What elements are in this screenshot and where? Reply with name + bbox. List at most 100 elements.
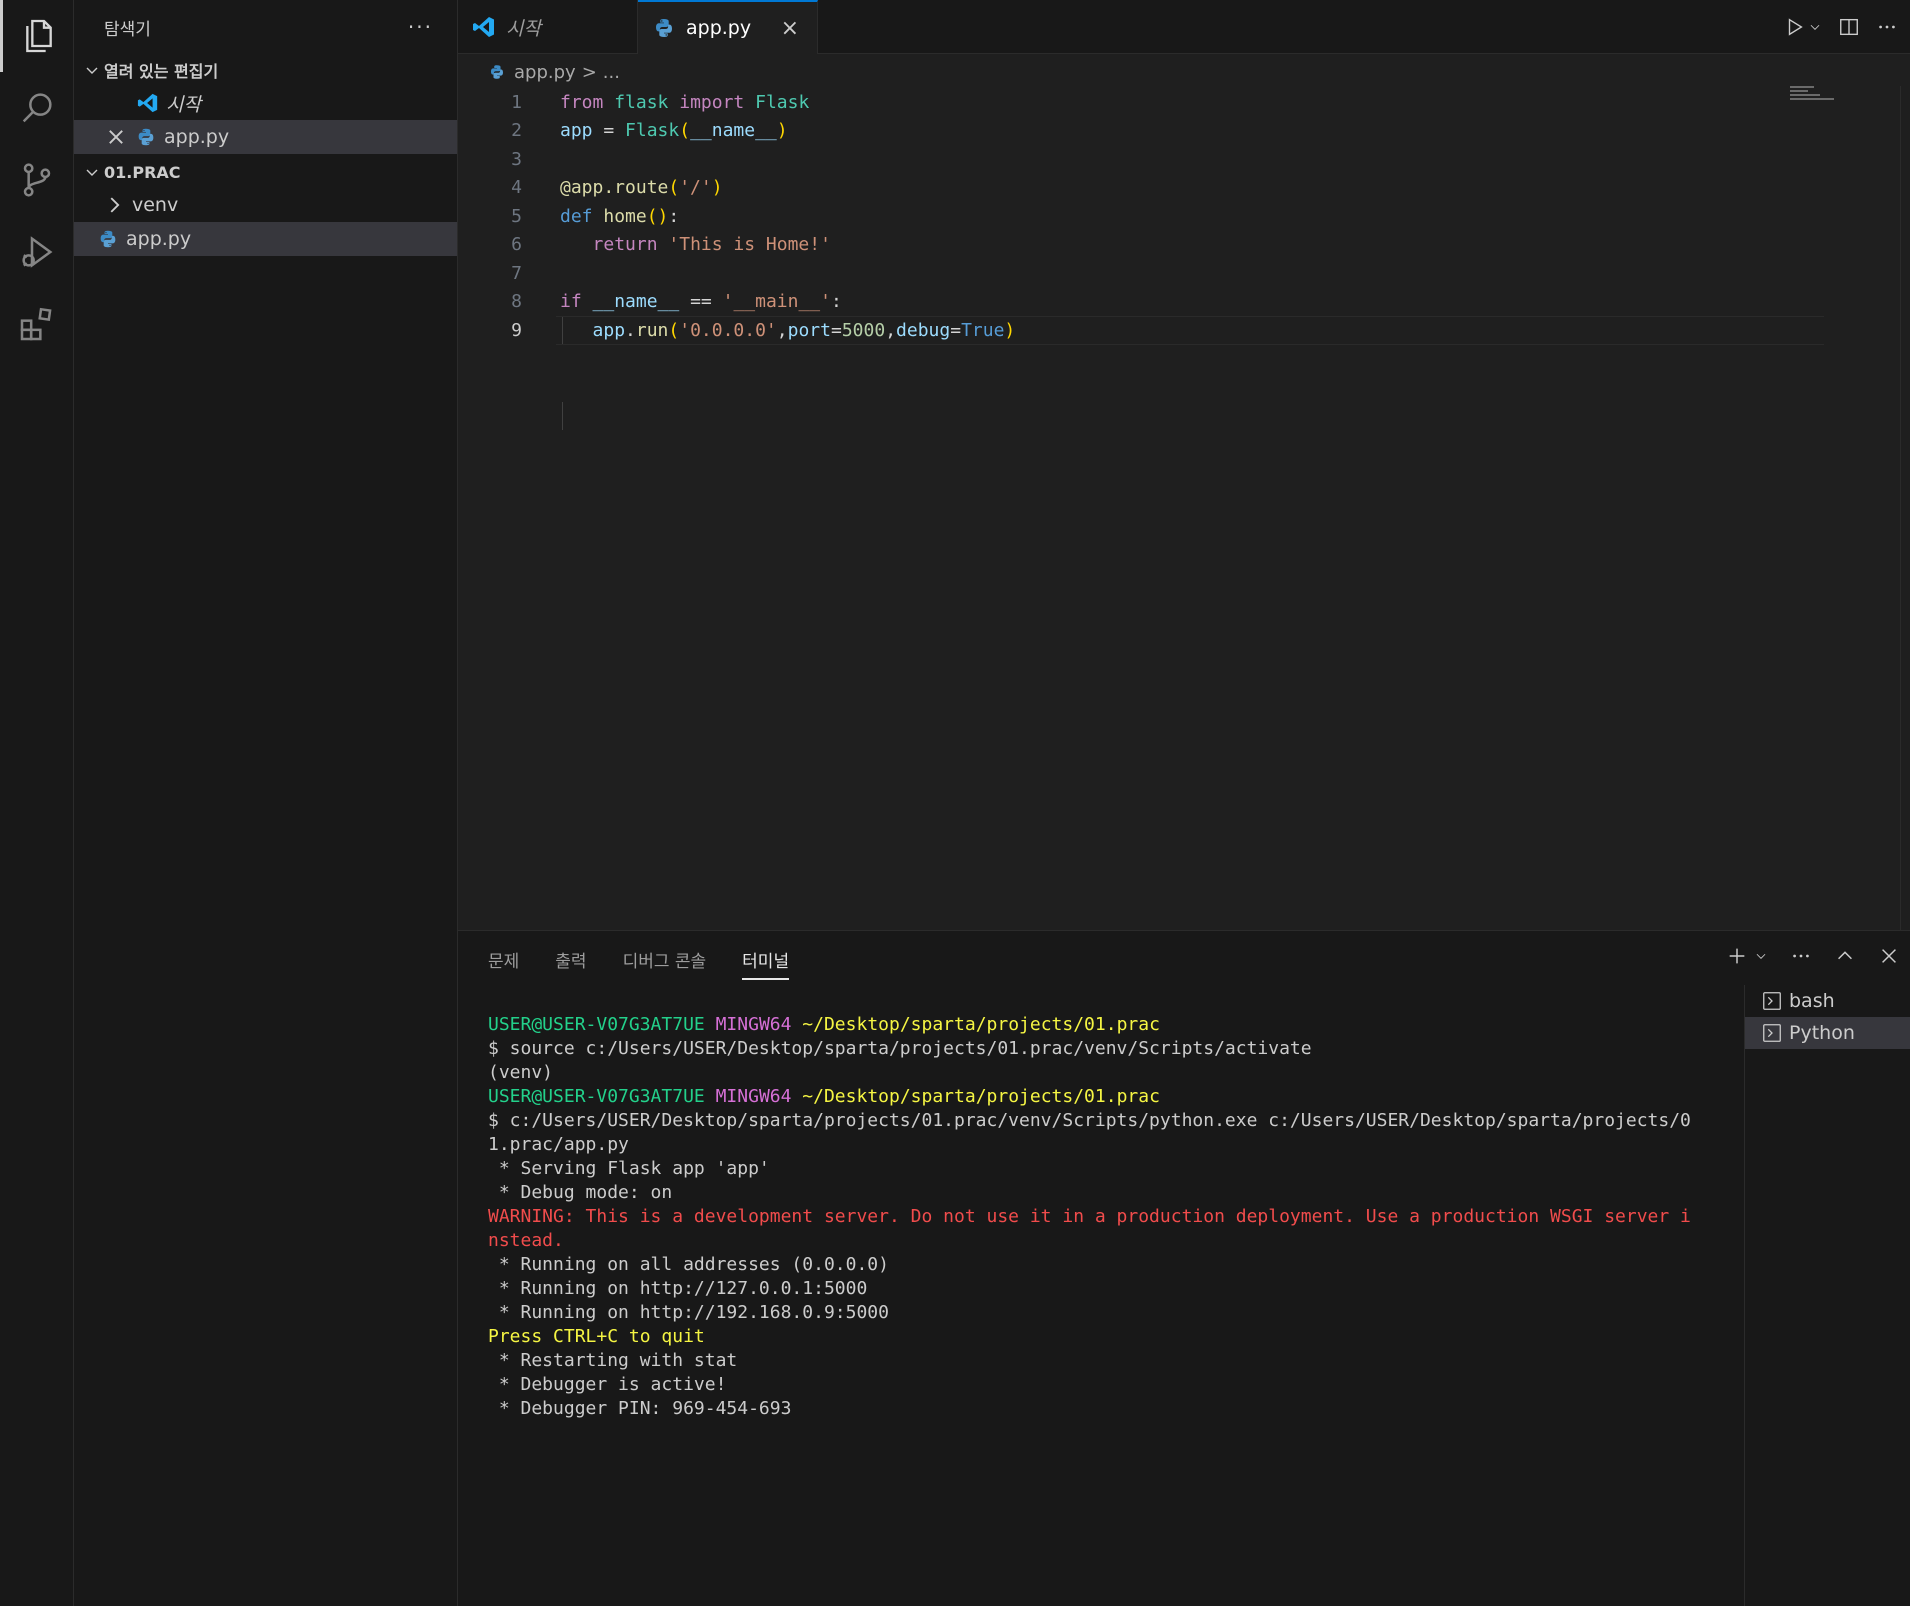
split-editor-icon[interactable]	[1838, 16, 1860, 38]
tree-item-app-py[interactable]: app.py	[74, 222, 457, 256]
panel-actions	[1726, 945, 1900, 967]
python-file-icon	[488, 63, 506, 81]
line-content: def home():	[560, 205, 680, 227]
python-file-icon	[96, 227, 120, 251]
tab-app-py[interactable]: app.py ×	[638, 0, 818, 54]
open-editors-section[interactable]: 열려 있는 편집기	[74, 54, 457, 86]
vscode-icon	[136, 91, 160, 115]
code-line: 7	[458, 259, 1910, 288]
tree-item-label: app.py	[126, 228, 192, 250]
chevron-down-icon[interactable]	[1754, 945, 1768, 967]
code-line: 8 if __name__ == '__main__':	[458, 288, 1910, 317]
run-debug-icon	[22, 236, 53, 268]
open-editor-label: 시작	[166, 93, 201, 116]
terminal-line: * Running on http://127.0.0.1:5000	[488, 1278, 868, 1299]
more-actions-icon[interactable]	[1790, 945, 1812, 967]
breadcrumb-symbols[interactable]: ...	[603, 62, 620, 83]
terminal-line: (venv)	[488, 1062, 554, 1083]
terminal-icon	[1763, 1024, 1781, 1042]
terminal-line: USER@USER-V07G3AT7UE MINGW64 ~/Desktop/s…	[488, 1014, 1160, 1035]
code-line: 3	[458, 145, 1910, 174]
code-line-current: 9 app.run('0.0.0.0',port=5000,debug=True…	[458, 316, 1910, 345]
terminal-line: * Debug mode: on	[488, 1182, 673, 1203]
open-editors-label: 열려 있는 편집기	[104, 62, 219, 81]
tab-debug-console[interactable]: 디버그 콘솔	[623, 947, 707, 972]
terminal-line-warning: WARNING: This is a development server. D…	[488, 1206, 1691, 1227]
minimap[interactable]	[1790, 86, 1834, 106]
plus-icon[interactable]	[1726, 945, 1748, 967]
tree-item-label: venv	[132, 194, 179, 216]
extensions-button[interactable]	[0, 288, 74, 360]
tree-item-venv[interactable]: venv	[74, 188, 457, 222]
editor-area: 시작 app.py × app.py > ... 1 from flask im…	[458, 0, 1910, 930]
files-icon	[25, 19, 52, 53]
folder-section[interactable]: 01.PRAC	[74, 156, 457, 188]
open-editor-item-start[interactable]: 시작	[74, 86, 457, 120]
search-icon	[22, 93, 52, 123]
run-debug-button[interactable]	[0, 216, 74, 288]
line-content: if __name__ == '__main__':	[560, 291, 842, 313]
terminal-line-warning: nstead.	[488, 1230, 564, 1251]
tab-output[interactable]: 출력	[555, 947, 586, 972]
editor-tabs: 시작 app.py ×	[458, 0, 1910, 54]
tab-label: 시작	[506, 17, 541, 40]
explorer-sidebar: 탐색기 ··· 열려 있는 편집기 시작 app.py 01.PRAC venv…	[74, 0, 458, 1606]
explorer-header: 탐색기 ···	[74, 0, 457, 54]
editor-scrollbar[interactable]	[1900, 86, 1910, 930]
line-content: @app.route('/')	[560, 177, 723, 199]
source-control-button[interactable]	[0, 144, 74, 216]
editor-actions	[1784, 0, 1910, 54]
tab-start[interactable]: 시작	[458, 0, 638, 54]
more-actions-icon[interactable]	[1876, 16, 1898, 38]
terminal-line: $ source c:/Users/USER/Desktop/sparta/pr…	[488, 1038, 1312, 1059]
terminal-item-bash[interactable]: bash	[1745, 985, 1910, 1017]
python-file-icon	[652, 16, 676, 40]
panel-tabs: 문제 출력 디버그 콘솔 터미널	[458, 931, 1910, 987]
line-number: 9	[511, 319, 522, 341]
terminal-line: * Running on all addresses (0.0.0.0)	[488, 1254, 889, 1275]
explorer-button[interactable]	[0, 0, 74, 72]
breadcrumb-file[interactable]: app.py	[514, 62, 576, 83]
breadcrumb: app.py > ...	[458, 54, 1910, 90]
terminal-line: Press CTRL+C to quit	[488, 1326, 705, 1347]
close-icon[interactable]	[104, 125, 128, 149]
open-editor-item-app-py[interactable]: app.py	[74, 120, 457, 154]
code-line: 4 @app.route('/')	[458, 174, 1910, 203]
terminal-line: * Serving Flask app 'app'	[488, 1158, 770, 1179]
terminal-line: * Restarting with stat	[488, 1350, 738, 1371]
tab-problems[interactable]: 문제	[488, 947, 519, 972]
tab-terminal[interactable]: 터미널	[742, 947, 790, 980]
bottom-panel: 문제 출력 디버그 콘솔 터미널 USER@USER-V07G3AT7UE MI…	[458, 930, 1910, 1606]
terminal-item-python[interactable]: Python	[1745, 1017, 1910, 1049]
terminal-item-label: bash	[1789, 990, 1835, 1012]
source-control-icon	[23, 163, 51, 197]
line-content: return 'This is Home!'	[592, 234, 831, 256]
chevron-up-icon[interactable]	[1834, 945, 1856, 967]
vscode-window: 탐색기 ··· 열려 있는 편집기 시작 app.py 01.PRAC venv…	[0, 0, 1910, 1606]
line-number: 8	[511, 291, 522, 313]
search-button[interactable]	[0, 72, 74, 144]
terminal-line: * Debugger PIN: 969-454-693	[488, 1398, 792, 1419]
line-content: app.run('0.0.0.0',port=5000,debug=True)	[592, 319, 1016, 341]
line-number: 6	[511, 234, 522, 256]
activity-bar	[0, 0, 74, 1606]
vscode-icon	[472, 15, 496, 39]
tab-close-button[interactable]: ×	[781, 16, 799, 41]
terminal-line: USER@USER-V07G3AT7UE MINGW64 ~/Desktop/s…	[488, 1086, 1160, 1107]
code-editor[interactable]: 1 from flask import Flask 2 app = Flask(…	[458, 88, 1910, 430]
run-icon[interactable]	[1784, 16, 1806, 38]
close-icon[interactable]	[1878, 945, 1900, 967]
folder-label: 01.PRAC	[104, 162, 181, 182]
open-editor-label: app.py	[164, 126, 230, 148]
line-number: 1	[511, 91, 522, 113]
chevron-down-icon[interactable]	[1808, 16, 1822, 38]
line-number: 7	[511, 262, 522, 284]
python-file-icon	[134, 125, 158, 149]
line-number: 3	[511, 148, 522, 170]
explorer-more-button[interactable]: ···	[408, 15, 433, 39]
line-number: 5	[511, 205, 522, 227]
terminal-line: 1.prac/app.py	[488, 1134, 629, 1155]
code-line: 6 return 'This is Home!'	[458, 231, 1910, 260]
terminal-output[interactable]: USER@USER-V07G3AT7UE MINGW64 ~/Desktop/s…	[488, 1013, 1910, 1421]
terminal-list: bash Python	[1744, 985, 1910, 1606]
